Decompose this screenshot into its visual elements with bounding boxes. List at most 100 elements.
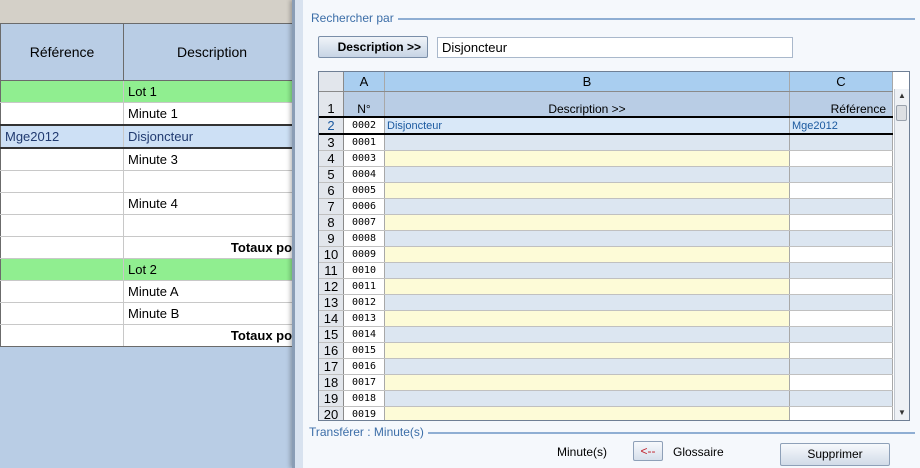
grid-cell-description[interactable] [384,390,790,407]
grid-row[interactable]: 19 0018 [319,390,893,407]
grid-row-number[interactable]: 14 [319,310,344,327]
grid-cell-description[interactable] [384,182,790,199]
sheet-cell-description[interactable]: Totaux pou [123,324,301,347]
grid-cell-reference[interactable] [789,262,893,279]
grid-cell-description[interactable] [384,278,790,295]
sheet-cell-reference[interactable]: Mge2012 [0,124,124,149]
sheet-cell-description[interactable]: Minute A [123,280,301,303]
glossary-grid[interactable]: A B C 1 N° Description >> Référence 2 000… [318,71,910,421]
sheet-row[interactable]: Minute 1 [0,102,301,126]
grid-cell-reference[interactable] [789,294,893,311]
sheet-cell-reference[interactable] [0,258,124,281]
sheet-cell-description[interactable]: Totaux pou [123,236,301,259]
grid-row[interactable]: 3 0001 [319,134,893,151]
sheet-row[interactable]: Totaux pou [0,324,301,347]
grid-row-number[interactable]: 8 [319,214,344,231]
scroll-up-arrow-icon[interactable]: ▲ [895,89,909,103]
sheet-row[interactable]: Totaux pou [0,236,301,259]
grid-row-number[interactable]: 19 [319,390,344,407]
grid-row-number[interactable]: 9 [319,230,344,247]
sheet-cell-reference[interactable] [0,302,124,325]
grid-row[interactable]: 14 0013 [319,310,893,327]
sheet-row[interactable]: Minute 4 [0,192,301,215]
grid-row[interactable]: 7 0006 [319,198,893,215]
grid-cell-description[interactable] [384,326,790,343]
grid-row-number[interactable]: 4 [319,150,344,167]
grid-cell-number[interactable]: 0016 [343,358,385,375]
grid-row-number[interactable]: 18 [319,374,344,391]
grid-cell-description[interactable] [384,358,790,375]
search-by-button[interactable]: Description >> [318,36,428,58]
grid-cell-description[interactable] [384,342,790,359]
sheet-cell-reference[interactable] [0,147,124,171]
grid-cell-description[interactable] [384,374,790,391]
grid-cell-description[interactable] [384,134,790,151]
grid-cell-reference[interactable] [789,246,893,263]
grid-cell-description[interactable] [384,150,790,167]
grid-cell-number[interactable]: 0006 [343,198,385,215]
sheet-cell-reference[interactable] [0,192,124,215]
sheet-row[interactable] [0,170,301,193]
sheet-cell-description[interactable] [123,170,301,193]
sheet-header-reference[interactable]: Référence [0,23,124,81]
grid-cell-number[interactable]: 0008 [343,230,385,247]
grid-cell-reference[interactable] [789,326,893,343]
grid-cell-reference[interactable] [789,278,893,295]
grid-row[interactable]: 9 0008 [319,230,893,247]
sheet-cell-reference[interactable] [0,324,124,347]
grid-cell-number[interactable]: 0012 [343,294,385,311]
grid-cell-number[interactable]: 0019 [343,406,385,420]
sheet-row[interactable]: Minute B [0,302,301,325]
sheet-row[interactable]: Minute 3 [0,147,301,171]
grid-row-number[interactable]: 7 [319,198,344,215]
grid-cell-number[interactable]: 0009 [343,246,385,263]
grid-cell-reference[interactable] [789,214,893,231]
grid-col-letter-b[interactable]: B [384,72,790,92]
grid-row-number[interactable]: 20 [319,406,344,420]
grid-header-description[interactable]: Description >> [384,91,790,118]
grid-cell-number[interactable]: 0017 [343,374,385,391]
grid-cell-reference[interactable] [789,134,893,151]
grid-row[interactable]: 8 0007 [319,214,893,231]
grid-cell-reference[interactable]: Mge2012 [789,116,893,135]
grid-row-number[interactable]: 16 [319,342,344,359]
grid-cell-number[interactable]: 0014 [343,326,385,343]
scroll-down-arrow-icon[interactable]: ▼ [895,406,909,420]
sheet-cell-description[interactable] [123,214,301,237]
grid-cell-description[interactable] [384,406,790,420]
grid-cell-reference[interactable] [789,310,893,327]
grid-col-letter-c[interactable]: C [789,72,893,92]
grid-cell-description[interactable] [384,310,790,327]
sheet-cell-description[interactable]: Minute 3 [123,147,301,171]
grid-cell-number[interactable]: 0013 [343,310,385,327]
sheet-header-description[interactable]: Description [123,23,301,81]
sheet-cell-description[interactable]: Lot 1 [123,80,301,103]
grid-row-number[interactable]: 12 [319,278,344,295]
grid-cell-reference[interactable] [789,390,893,407]
sheet-cell-reference[interactable] [0,280,124,303]
sheet-row[interactable] [0,214,301,237]
grid-cell-description[interactable] [384,246,790,263]
sheet-row[interactable]: Minute A [0,280,301,303]
grid-row[interactable]: 13 0012 [319,294,893,311]
grid-cell-number[interactable]: 0005 [343,182,385,199]
grid-row-number[interactable]: 17 [319,358,344,375]
grid-cell-number[interactable]: 0004 [343,166,385,183]
grid-vertical-scrollbar[interactable]: ▲ ▼ [894,89,909,420]
grid-cell-reference[interactable] [789,150,893,167]
sheet-cell-description[interactable]: Disjoncteur [123,124,301,149]
sheet-cell-description[interactable]: Minute B [123,302,301,325]
grid-cell-reference[interactable] [789,342,893,359]
grid-cell-reference[interactable] [789,374,893,391]
grid-row-number[interactable]: 13 [319,294,344,311]
grid-row[interactable]: 6 0005 [319,182,893,199]
sheet-cell-reference[interactable] [0,214,124,237]
grid-col-letter-a[interactable]: A [343,72,385,92]
grid-row[interactable]: 11 0010 [319,262,893,279]
transfer-arrow-button[interactable]: <-- [633,441,663,461]
sheet-row[interactable]: Mge2012 Disjoncteur [0,124,301,149]
grid-row-number[interactable]: 2 [319,116,344,135]
grid-row[interactable]: 20 0019 [319,406,893,420]
grid-cell-reference[interactable] [789,358,893,375]
grid-cell-reference[interactable] [789,166,893,183]
